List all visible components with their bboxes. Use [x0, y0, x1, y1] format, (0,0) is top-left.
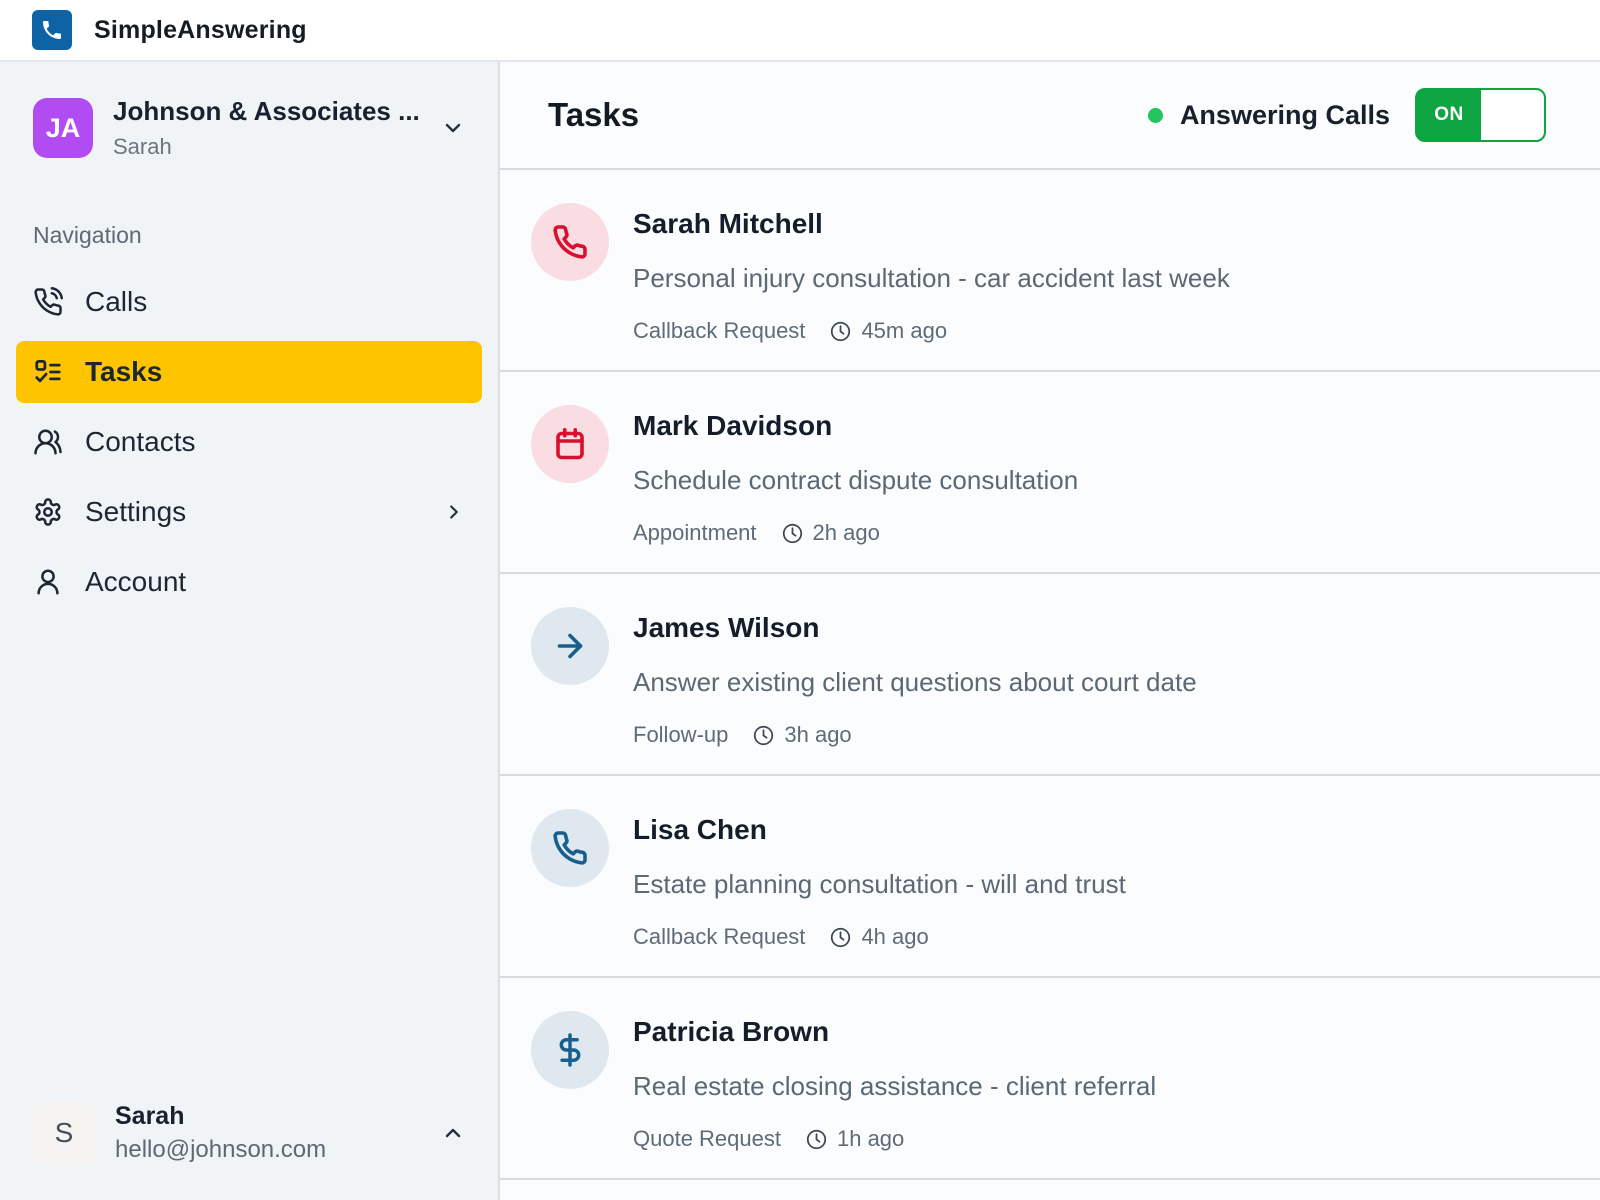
phone-call-icon	[33, 287, 63, 317]
user-avatar: S	[33, 1102, 95, 1164]
contacts-icon	[33, 427, 63, 457]
sidebar-item-calls[interactable]: Calls	[0, 267, 498, 337]
main-content: Tasks Answering Calls ON Sarah Mitchell …	[500, 62, 1600, 1200]
clock-icon	[830, 927, 851, 948]
task-type: Callback Request	[633, 924, 806, 949]
sidebar-item-label: Contacts	[85, 426, 196, 457]
task-row[interactable]: Sarah Mitchell Personal injury consultat…	[500, 170, 1600, 372]
nav-section-label: Navigation	[33, 222, 142, 248]
task-name: James Wilson	[633, 612, 820, 643]
top-bar: SimpleAnswering	[0, 0, 1600, 62]
phone-icon	[40, 18, 64, 42]
sidebar-item-settings[interactable]: Settings	[0, 477, 498, 547]
sidebar-item-label: Account	[85, 566, 187, 597]
sidebar-item-label: Tasks	[85, 356, 163, 387]
clock-icon	[830, 321, 851, 342]
clock-icon	[806, 1129, 827, 1150]
chevron-up-icon	[441, 1121, 465, 1145]
task-type: Appointment	[633, 520, 757, 545]
task-time: 2h ago	[812, 520, 880, 545]
task-row[interactable]: Mark Davidson Schedule contract dispute …	[500, 372, 1600, 574]
task-description: Real estate closing assistance - client …	[633, 1071, 1157, 1101]
sidebar-item-label: Settings	[85, 496, 187, 527]
dollar-icon	[531, 1011, 609, 1089]
sidebar-nav: Calls Tasks Contacts Settings Account	[0, 267, 498, 617]
task-name: Mark Davidson	[633, 410, 833, 441]
calendar-icon	[531, 405, 609, 483]
user-email: hello@johnson.com	[115, 1136, 327, 1163]
task-description: Answer existing client questions about c…	[633, 667, 1197, 697]
toggle-knob	[1481, 90, 1544, 140]
task-time: 3h ago	[784, 722, 852, 747]
task-time: 4h ago	[861, 924, 929, 949]
main-header: Tasks Answering Calls ON	[500, 62, 1600, 170]
answering-calls-toggle[interactable]: ON	[1415, 88, 1546, 142]
task-row[interactable]: Lisa Chen Estate planning consultation -…	[500, 776, 1600, 978]
org-avatar: JA	[33, 98, 93, 158]
checklist-icon	[33, 357, 63, 387]
task-time: 1h ago	[836, 1126, 905, 1151]
gear-icon	[33, 497, 63, 527]
sidebar-item-tasks[interactable]: Tasks	[16, 341, 482, 403]
task-name: Patricia Brown	[633, 1016, 830, 1047]
chevron-down-icon	[441, 116, 465, 140]
status-dot	[1147, 107, 1163, 123]
sidebar-item-account[interactable]: Account	[0, 547, 498, 617]
task-time: 45m ago	[861, 318, 948, 343]
task-list: Sarah Mitchell Personal injury consultat…	[500, 170, 1600, 1200]
task-type: Quote Request	[633, 1126, 781, 1151]
sidebar-item-contacts[interactable]: Contacts	[0, 407, 498, 477]
clock-icon	[782, 523, 803, 544]
task-name: Lisa Chen	[633, 814, 767, 845]
phone-icon	[531, 809, 609, 887]
task-row-partial	[500, 1180, 1600, 1200]
person-icon	[33, 567, 63, 597]
app-title: SimpleAnswering	[94, 15, 307, 44]
task-description: Estate planning consultation - will and …	[633, 869, 1126, 899]
sidebar-item-label: Calls	[85, 286, 148, 317]
task-description: Personal injury consultation - car accid…	[633, 263, 1230, 293]
toggle-on-label: ON	[1434, 104, 1464, 125]
task-description: Schedule contract dispute consultation	[633, 465, 1079, 495]
org-selector[interactable]: JA Johnson & Associates ... Sarah	[0, 96, 498, 160]
user-name: Sarah	[115, 1102, 185, 1130]
phone-icon	[531, 203, 609, 281]
org-subtitle: Sarah	[113, 134, 172, 159]
user-menu[interactable]: S Sarah hello@johnson.com	[0, 1102, 498, 1164]
status-label: Answering Calls	[1179, 99, 1390, 130]
task-row[interactable]: James Wilson Answer existing client ques…	[500, 574, 1600, 776]
task-type: Callback Request	[633, 318, 806, 343]
org-name: Johnson & Associates ...	[113, 96, 420, 126]
sidebar: JA Johnson & Associates ... Sarah Naviga…	[0, 62, 500, 1200]
page-title: Tasks	[548, 96, 640, 133]
task-name: Sarah Mitchell	[633, 208, 823, 239]
clock-icon	[753, 725, 774, 746]
task-row[interactable]: Patricia Brown Real estate closing assis…	[500, 978, 1600, 1180]
app-logo	[32, 10, 72, 50]
arrow-right-icon	[531, 607, 609, 685]
chevron-right-icon	[443, 501, 465, 523]
task-type: Follow-up	[633, 722, 729, 747]
